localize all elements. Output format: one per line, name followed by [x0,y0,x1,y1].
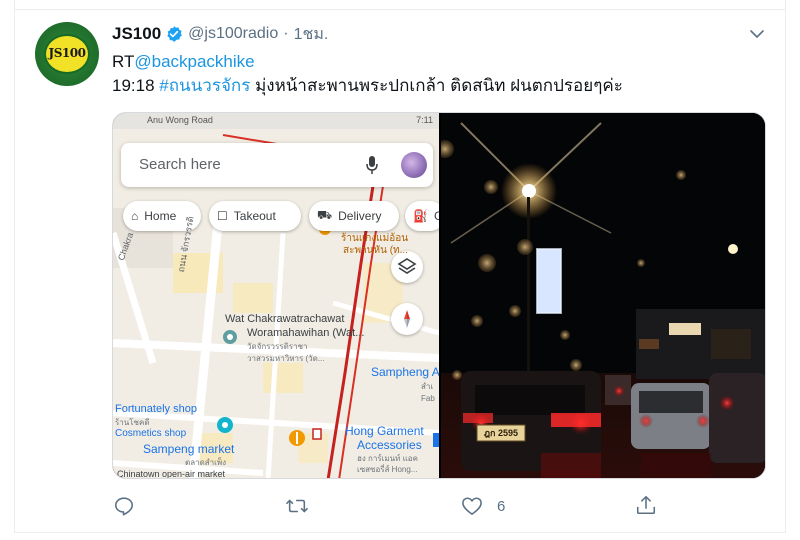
gas-icon: ⛽ [413,209,428,223]
media-grid: Anu Wong Road 7:11 Search here ⌂ Home ☐ … [112,112,766,479]
tweet-body-text: มุ่งหน้าสะพานพระปกเกล้า ติดสนิท ฝนตกปรอย… [255,76,623,95]
status-left-text: Anu Wong Road [147,115,213,125]
map-label-sampeng-market: Sampeng market [143,442,235,456]
timestamp[interactable]: 1ชม. [294,22,329,47]
tweet-text-line1: RT@backpackhike [112,50,255,74]
tweet-header: JS100 @js100radio · 1ชม. [112,22,328,46]
map-label-sampheng-fab: Fab [421,394,435,403]
reply-icon[interactable] [113,495,135,517]
map-search-box[interactable]: Search here [121,143,433,187]
share-icon[interactable] [635,494,657,516]
map-label-cosmetics: Cosmetics shop [115,428,187,439]
map-label-wat-line1: Wat Chakrawatrachawat [225,313,345,325]
tweet[interactable]: JS100 JS100 @js100radio · 1ชม. RT@backpa… [14,10,786,532]
chip-takeout-label: Takeout [233,209,276,223]
map-label-wat-th2: วาสวรมหาวิหาร (วัด... [247,354,325,363]
delivery-icon: ⛟ [317,208,333,222]
tweet-bottom-border [14,532,786,533]
chip-delivery[interactable]: ⛟ Delivery [309,201,399,231]
avatar[interactable]: JS100 [35,22,99,86]
map-label-sampheng: Sampheng A [371,365,439,379]
chip-home-label: Home [144,209,177,223]
map-label-hong-line1: Hong Garment [345,424,424,438]
map-label-chinatown: Chinatown open-air market [117,469,226,479]
map-label-sampheng-th: สำเ [421,382,434,391]
map-label-fortunately: Fortunately shop [115,403,197,415]
tweet-time-text: 19:18 [112,76,155,95]
tweet-text-line2: 19:18 #ถนนวรจักร มุ่งหน้าสะพานพระปกเกล้า… [112,74,623,98]
like-count: 6 [497,498,506,515]
map-label-wat-line2: Woramahawihan (Wat... [247,327,365,339]
chip-delivery-label: Delivery [338,209,382,223]
handle[interactable]: @js100radio [188,25,278,43]
license-plate: ฎก 2595 [483,428,518,438]
map-label-wat-th1: วัดจักรวรรดิราชา [247,342,308,351]
map-label-hong-line2: Accessories [357,438,422,452]
rt-prefix: RT [112,52,135,71]
chip-takeout[interactable]: ☐ Takeout [209,201,301,231]
avatar-logo-text: JS100 [48,46,86,60]
profile-avatar-icon[interactable] [401,152,427,178]
map-label-shop-th1: ร้านแกงแม่อ้อน [341,233,409,244]
status-time: 7:11 [416,115,433,125]
map-screenshot-image[interactable]: Anu Wong Road 7:11 Search here ⌂ Home ☐ … [113,113,439,479]
map-label-hong-th2: เซสซอรี่ส์ Hong... [357,465,418,474]
compass-icon [404,310,410,328]
night-traffic-scene [441,113,765,478]
compass-button[interactable] [391,303,423,335]
chip-gas[interactable]: ⛽ G [405,201,439,231]
separator-dot: · [283,25,289,42]
retweet-icon[interactable] [285,495,309,517]
previous-tweet-border [14,0,786,10]
mic-icon[interactable] [365,155,379,175]
display-name[interactable]: JS100 [112,24,161,44]
map-label-shop-th2: สะพานหัน (ท... [343,245,408,256]
home-icon: ⌂ [131,209,139,223]
hashtag-link[interactable]: #ถนนวรจักร [159,76,250,95]
mention-link[interactable]: @backpackhike [134,52,254,71]
takeout-icon: ☐ [217,209,228,223]
map-search-placeholder: Search here [139,156,221,173]
phone-status-bar: Anu Wong Road 7:11 [113,113,439,129]
verified-badge-icon [167,26,183,42]
night-traffic-photo[interactable]: ฎก 2595 [441,113,765,478]
like-icon[interactable] [461,496,483,516]
chip-gas-label: G [434,209,439,223]
chevron-down-icon[interactable] [749,26,765,42]
